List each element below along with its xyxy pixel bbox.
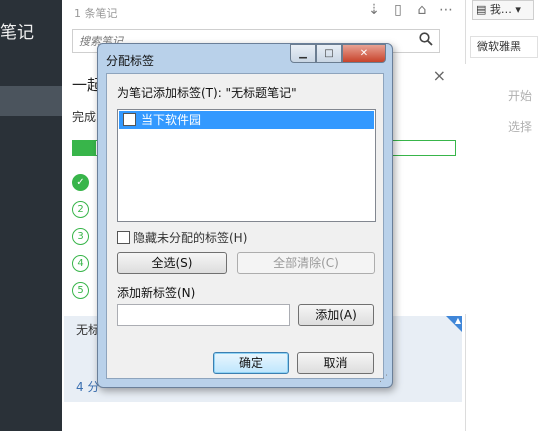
editor-placeholder-2[interactable]: 选择 [508,118,532,135]
dialog-title: 分配标签 [106,54,155,68]
minimize-icon[interactable]: ▁ [290,44,316,63]
new-tag-input[interactable] [117,304,290,326]
window-controls: ▁ □ ✕ [290,44,386,63]
step-1-check-icon[interactable]: ✓ [72,174,89,191]
hide-unassigned-checkbox[interactable]: 隐藏未分配的标签(H) [117,229,247,246]
step-4[interactable]: 4 [72,255,89,272]
notebook-icon: ▤ [476,3,487,16]
editor-panel: ▤ 我… ▾ 微软雅黑 开始 选择 [466,0,538,431]
sort-icon[interactable]: ⇣ [365,2,383,18]
app-title: 笔记 [0,23,34,43]
close-icon[interactable]: × [433,66,446,85]
chevron-down-icon: ▾ [515,3,521,16]
search-icon[interactable] [419,32,433,50]
tag-list-item[interactable]: 当下软件园 [119,111,374,129]
maximize-icon[interactable]: □ [316,44,342,63]
notebook-picker-label: 我… [489,3,512,16]
checkbox-box[interactable] [117,231,130,244]
cancel-button[interactable]: 取消 [297,352,374,374]
clear-all-button[interactable]: 全部清除(C) [237,252,375,274]
tag-checkbox[interactable] [123,113,136,126]
ok-button[interactable]: 确定 [213,352,289,374]
new-tag-label: 添加新标签(N) [117,286,196,300]
note-card-meta: 4 分 [76,380,100,394]
view-toggle-icon[interactable]: ▯ [389,2,407,18]
pin-corner-icon[interactable]: ▲ [446,316,462,332]
hide-unassigned-label: 隐藏未分配的标签(H) [133,231,248,245]
reminder-icon[interactable]: ⌂ [413,2,431,18]
resize-grip-icon[interactable]: ⋰ [379,374,389,384]
tag-name: 当下软件园 [141,113,202,127]
progress-fill [73,141,96,155]
close-window-icon[interactable]: ✕ [342,44,386,63]
add-tag-label: 为笔记添加标签(T): "无标题笔记" [117,86,297,100]
note-count: 1 条笔记 [74,7,118,20]
add-tag-button[interactable]: 添加(A) [298,304,374,326]
note-list-toolbar: ⇣ ▯ ⌂ ⋯ [365,2,455,18]
step-3[interactable]: 3 [72,228,89,245]
notebook-picker[interactable]: ▤ 我… ▾ [472,0,534,20]
step-5[interactable]: 5 [72,282,89,299]
font-picker[interactable]: 微软雅黑 [470,36,538,58]
step-2[interactable]: 2 [72,201,89,218]
sidebar: 笔记 [0,0,62,431]
editor-placeholder-1[interactable]: 开始 [508,87,532,104]
dialog-body: 为笔记添加标签(T): "无标题笔记" 当下软件园 隐藏未分配的标签(H) 全选… [106,73,384,379]
assign-tags-dialog: 分配标签 ▁ □ ✕ 为笔记添加标签(T): "无标题笔记" 当下软件园 隐藏未… [97,43,393,388]
more-icon[interactable]: ⋯ [437,2,455,18]
intro-subtitle: 完成 [72,110,97,124]
select-all-button[interactable]: 全选(S) [117,252,227,274]
sidebar-selected-item[interactable] [0,86,62,116]
tag-list[interactable]: 当下软件园 [117,109,376,222]
